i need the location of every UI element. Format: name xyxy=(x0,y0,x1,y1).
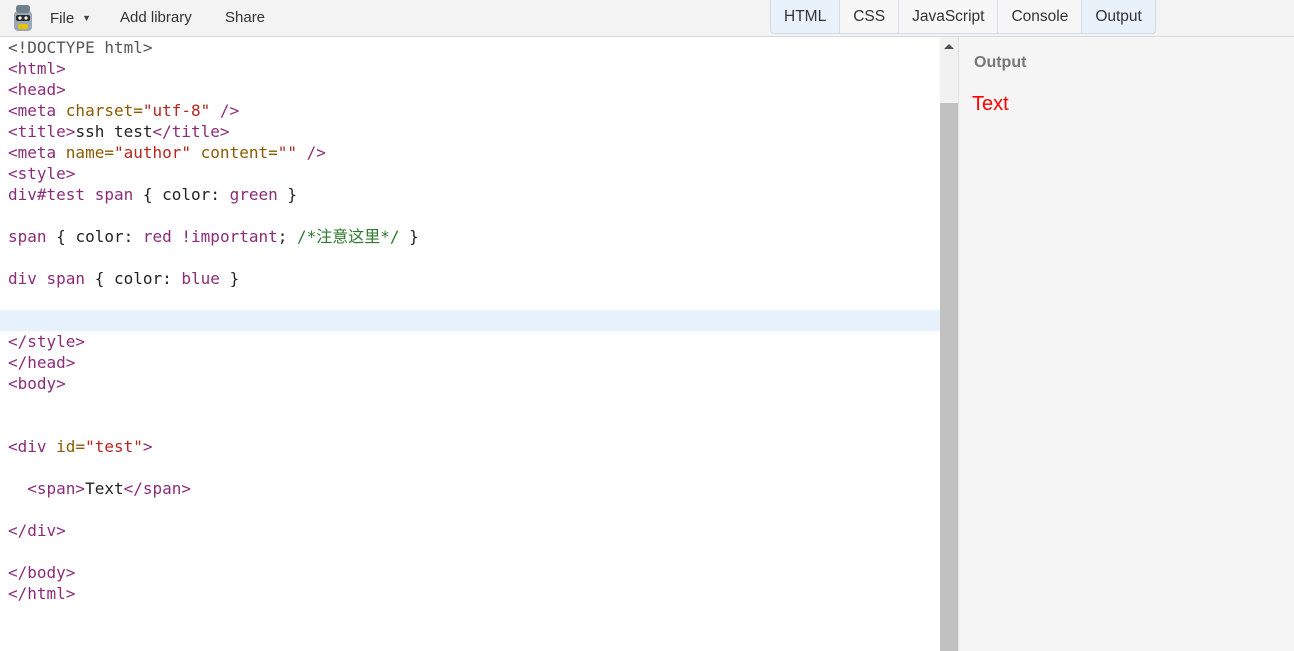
code-token: { xyxy=(46,227,76,246)
code-token: : xyxy=(210,185,230,204)
code-token: red !important xyxy=(142,227,278,246)
top-toolbar: File ▼ Add library Share HTML CSS JavaScr… xyxy=(0,0,1294,37)
code-token: <html> xyxy=(8,59,66,78)
code-token: </span> xyxy=(123,479,192,498)
active-line-highlight xyxy=(0,310,940,331)
code-token: <head> xyxy=(8,80,66,99)
code-line[interactable]: span { color: red !important; /*注意这里*/ } xyxy=(8,226,419,247)
code-token: : xyxy=(123,227,143,246)
code-token: </style> xyxy=(8,332,86,351)
code-token: /> xyxy=(297,143,326,162)
code-line[interactable]: </body> xyxy=(8,562,75,583)
tab-css[interactable]: CSS xyxy=(840,0,900,33)
file-menu-label: File xyxy=(50,10,75,27)
code-token: /*注意这里*/ xyxy=(297,227,400,246)
code-token: div#test span xyxy=(8,185,134,204)
code-token: color xyxy=(113,269,163,288)
code-line[interactable]: div#test span { color: green } xyxy=(8,184,297,205)
jsbin-logo-icon[interactable] xyxy=(12,3,34,33)
output-panel: Output Text xyxy=(958,37,1294,651)
code-token: : xyxy=(162,269,182,288)
code-line[interactable]: <meta name="author" content="" /> xyxy=(8,142,326,163)
code-line[interactable]: div span { color: blue } xyxy=(8,268,239,289)
code-token: span xyxy=(8,227,47,246)
code-token: "utf-8" xyxy=(142,101,211,120)
code-line[interactable]: <style> xyxy=(8,163,75,184)
output-rendered-text: Text xyxy=(972,93,1009,115)
code-token: div span xyxy=(8,269,86,288)
code-token: } xyxy=(399,227,419,246)
code-token: { xyxy=(85,269,114,288)
panel-tabs: HTML CSS JavaScript Console Output xyxy=(770,0,1156,34)
code-token: color xyxy=(75,227,124,246)
code-line[interactable]: </div> xyxy=(8,520,66,541)
code-token: > xyxy=(142,437,153,456)
code-token: "author" xyxy=(113,143,192,162)
code-token: green xyxy=(229,185,278,204)
code-line[interactable]: <title>ssh test</title> xyxy=(8,121,230,142)
code-token: <meta xyxy=(8,101,66,120)
tab-output[interactable]: Output xyxy=(1082,0,1155,33)
code-token: Text xyxy=(85,479,124,498)
code-token: "test" xyxy=(85,437,143,456)
code-line[interactable]: <meta charset="utf-8" /> xyxy=(8,100,239,121)
code-token: { xyxy=(133,185,163,204)
code-token: } xyxy=(219,269,240,288)
code-line[interactable]: <body> xyxy=(8,373,66,394)
code-token: <div xyxy=(8,437,57,456)
code-token: color xyxy=(162,185,211,204)
code-line[interactable]: <span>Text</span> xyxy=(8,478,191,499)
code-line[interactable]: <!DOCTYPE html> xyxy=(8,37,153,58)
code-token: <!DOCTYPE html> xyxy=(8,38,153,57)
code-token: blue xyxy=(181,269,220,288)
code-token: </div> xyxy=(8,521,66,540)
caret-down-icon: ▼ xyxy=(82,13,92,23)
share-button[interactable]: Share xyxy=(225,0,265,36)
scroll-up-arrow-icon[interactable] xyxy=(944,44,954,49)
code-line[interactable]: <head> xyxy=(8,79,66,100)
code-token: /> xyxy=(210,101,240,120)
code-line[interactable]: </html> xyxy=(8,583,75,604)
code-token: <span> xyxy=(27,479,86,498)
editor-scrollbar-thumb[interactable] xyxy=(940,103,958,651)
code-token: <title> xyxy=(8,122,76,141)
code-line[interactable]: <div id="test"> xyxy=(8,436,153,457)
code-token: </body> xyxy=(8,563,76,582)
html-code-editor[interactable]: <!DOCTYPE html> <html> <head> <meta charset… xyxy=(0,37,940,651)
code-line[interactable]: <html> xyxy=(8,58,66,79)
add-library-button[interactable]: Add library xyxy=(120,0,192,36)
code-token: charset= xyxy=(65,101,143,120)
code-token: id= xyxy=(56,437,86,456)
code-token: </head> xyxy=(8,353,76,372)
code-token: <style> xyxy=(8,164,76,183)
code-token: "" xyxy=(277,143,297,162)
tab-console[interactable]: Console xyxy=(998,0,1083,33)
code-token: name= xyxy=(65,143,114,162)
tab-javascript[interactable]: JavaScript xyxy=(899,0,999,33)
code-token: <body> xyxy=(8,374,66,393)
code-token: </html> xyxy=(8,584,76,603)
code-token: ; xyxy=(277,227,297,246)
code-line[interactable]: </style> xyxy=(8,331,85,352)
output-panel-title: Output xyxy=(974,54,1027,71)
code-line[interactable]: </head> xyxy=(8,352,75,373)
code-token: } xyxy=(277,185,298,204)
code-token: </title> xyxy=(152,122,230,141)
code-token: <meta xyxy=(8,143,66,162)
code-token: ssh test xyxy=(75,122,153,141)
tab-html[interactable]: HTML xyxy=(771,0,841,33)
file-menu[interactable]: File ▼ xyxy=(50,0,91,36)
code-token: content= xyxy=(191,143,278,162)
